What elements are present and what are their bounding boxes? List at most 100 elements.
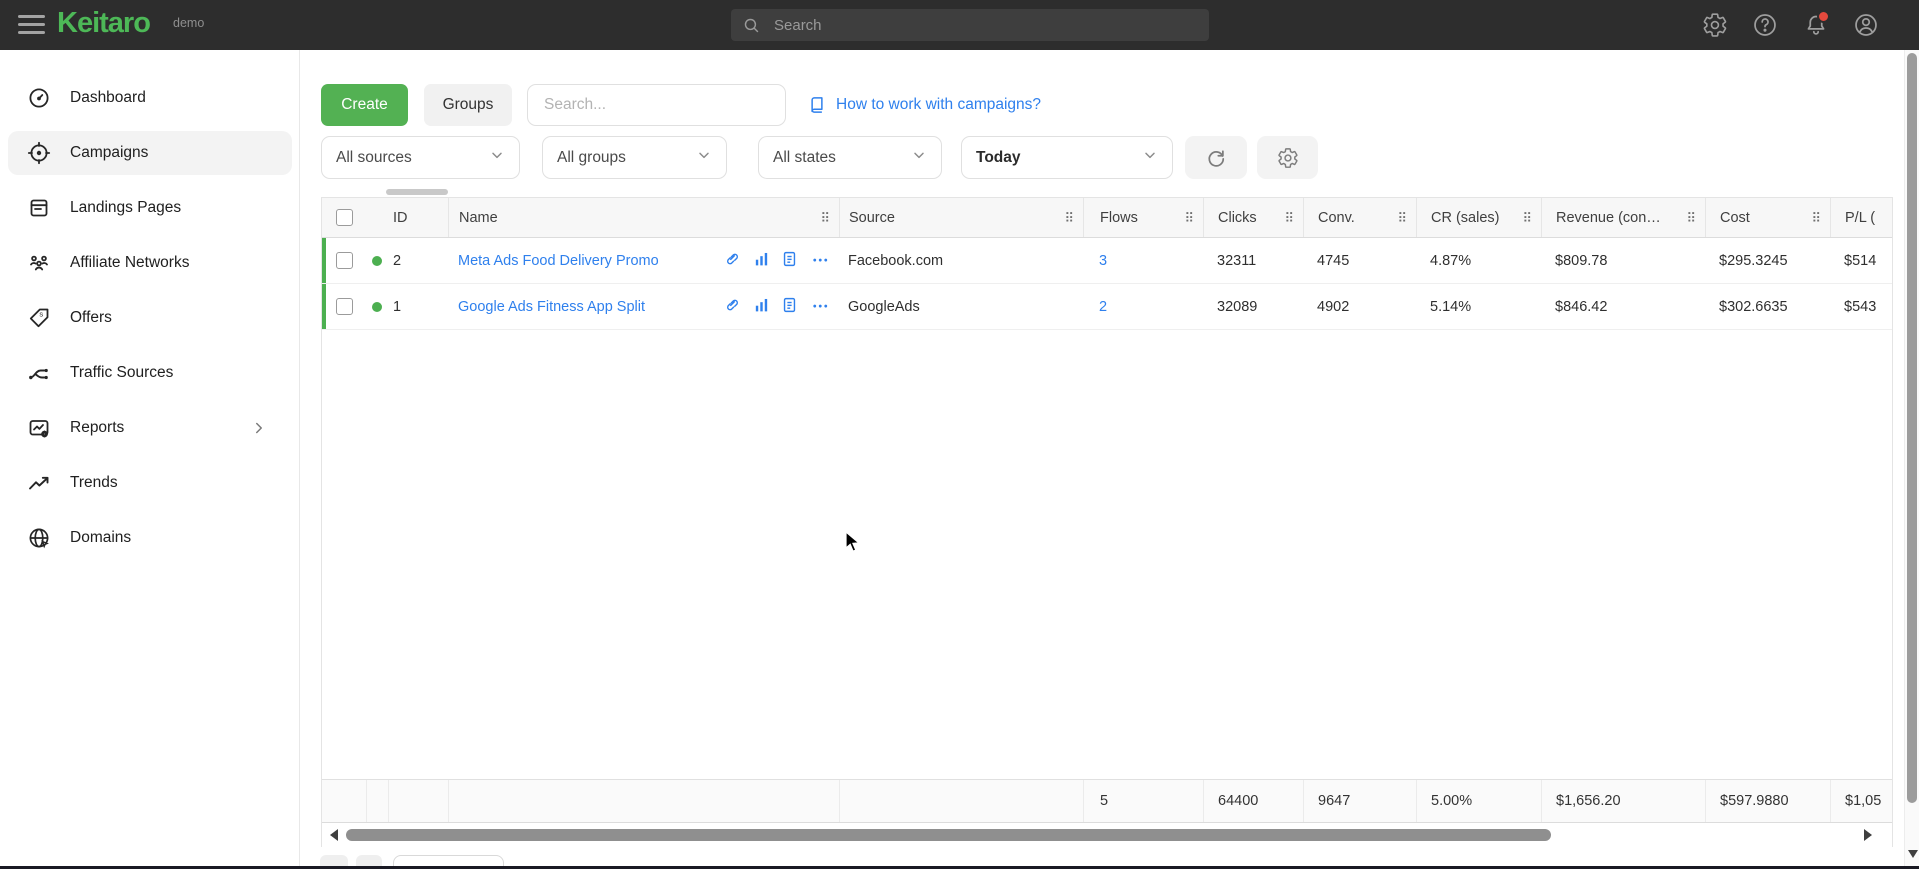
app-logo[interactable]: Keitaro [57,7,150,40]
table-settings-button[interactable] [1257,136,1318,179]
keitaro-app: Keitaro demo Dashboard Campaigns [0,0,1919,869]
column-drag-handle-icon[interactable]: ⠿ [1184,211,1194,224]
table-row[interactable]: 1 Google Ads Fitness App Split ••• Googl… [322,284,1892,330]
notifications-bell-icon[interactable] [1803,12,1829,38]
table-top-scrollbar-thumb[interactable] [386,189,448,195]
domains-globe-icon [27,526,51,550]
states-filter-dropdown[interactable]: All states [758,136,942,179]
sidebar-item-affiliate-networks[interactable]: Affiliate Networks [8,241,292,285]
campaign-report-icon[interactable] [781,296,798,317]
column-header-id[interactable]: ID [388,198,448,237]
campaign-name-link[interactable]: Meta Ads Food Delivery Promo [458,253,659,269]
settings-gear-icon[interactable] [1702,12,1728,38]
column-drag-handle-icon[interactable]: ⠿ [1522,211,1532,224]
refresh-icon [1205,147,1227,169]
global-search[interactable] [731,9,1209,41]
scroll-down-arrow[interactable] [1908,850,1918,858]
notification-badge [1817,10,1830,23]
select-all-checkbox[interactable] [336,209,353,226]
groups-filter-dropdown[interactable]: All groups [542,136,727,179]
total-cr-sales: 5.00% [1416,780,1541,822]
campaign-stats-icon[interactable] [753,296,770,317]
total-clicks: 64400 [1203,780,1303,822]
column-drag-handle-icon[interactable]: ⠿ [1811,211,1821,224]
cell-cr-sales: 4.87% [1416,238,1541,283]
user-account-icon[interactable] [1853,12,1879,38]
row-checkbox[interactable] [336,252,353,269]
flows-link[interactable]: 3 [1099,253,1107,269]
traffic-sources-split-icon [27,361,51,385]
cell-revenue: $809.78 [1541,238,1705,283]
total-flows: 5 [1083,780,1203,822]
campaign-search-input[interactable] [542,95,771,115]
sidebar-item-offers[interactable]: s Offers [8,296,292,340]
column-header-clicks[interactable]: Clicks⠿ [1203,198,1303,237]
column-header-cost[interactable]: Cost⠿ [1705,198,1830,237]
column-header-cr-sales[interactable]: CR (sales)⠿ [1416,198,1541,237]
table-row[interactable]: 2 Meta Ads Food Delivery Promo ••• Faceb… [322,238,1892,284]
column-header-source[interactable]: Source⠿ [839,198,1083,237]
refresh-button[interactable] [1185,136,1247,179]
column-header-conv[interactable]: Conv.⠿ [1303,198,1416,237]
campaign-report-icon[interactable] [781,250,798,271]
sidebar-item-trends[interactable]: Trends [8,461,292,505]
horizontal-scrollbar-thumb[interactable] [346,829,1551,841]
chevron-down-icon [696,147,712,168]
sources-filter-dropdown[interactable]: All sources [321,136,520,179]
chevron-right-icon [250,419,268,437]
cell-revenue: $846.42 [1541,284,1705,329]
row-more-actions[interactable]: ••• [813,301,830,312]
cell-source: Facebook.com [839,238,1083,283]
column-header-pl[interactable]: P/L ( [1830,198,1892,237]
table-totals-row: 5 64400 9647 5.00% $1,656.20 $597.9880 $… [322,779,1892,823]
trends-icon [27,471,51,495]
chevron-down-icon [1142,147,1158,168]
column-drag-handle-icon[interactable]: ⠿ [1397,211,1407,224]
dashboard-icon [27,86,51,110]
date-range-dropdown[interactable]: Today [961,136,1173,179]
scroll-left-arrow[interactable] [330,829,338,841]
row-checkbox[interactable] [336,298,353,315]
create-button[interactable]: Create [321,84,408,126]
chevron-down-icon [911,147,927,168]
column-header-revenue[interactable]: Revenue (con…⠿ [1541,198,1705,237]
cell-conv: 4745 [1303,238,1416,283]
column-drag-handle-icon[interactable]: ⠿ [1686,211,1696,224]
campaign-stats-icon[interactable] [753,250,770,271]
column-header-flows[interactable]: Flows⠿ [1083,198,1203,237]
sidebar-item-domains[interactable]: Domains [8,516,292,560]
global-search-input[interactable] [772,16,1197,35]
column-header-name[interactable]: Name⠿ [448,198,839,237]
total-revenue: $1,656.20 [1541,780,1705,822]
sidebar-item-dashboard[interactable]: Dashboard [8,76,292,120]
gear-icon [1277,147,1299,169]
flows-link[interactable]: 2 [1099,299,1107,315]
cell-cost: $295.3245 [1705,238,1830,283]
top-bar: Keitaro demo [0,0,1919,50]
search-icon [743,17,760,34]
groups-button[interactable]: Groups [424,84,512,126]
help-campaigns-link[interactable]: How to work with campaigns? [808,84,1041,126]
cell-pl: $514 [1830,238,1892,283]
hamburger-menu-icon[interactable] [18,15,45,34]
column-drag-handle-icon[interactable]: ⠿ [820,211,830,224]
scroll-right-arrow[interactable] [1864,829,1872,841]
sidebar-item-campaigns[interactable]: Campaigns [8,131,292,175]
column-drag-handle-icon[interactable]: ⠿ [1064,211,1074,224]
sidebar-item-traffic-sources[interactable]: Traffic Sources [8,351,292,395]
cell-conv: 4902 [1303,284,1416,329]
total-pl: $1,05 [1830,780,1892,822]
affiliate-networks-icon [27,251,51,275]
vertical-scrollbar-thumb[interactable] [1907,53,1917,803]
total-cost: $597.9880 [1705,780,1830,822]
column-drag-handle-icon[interactable]: ⠿ [1284,211,1294,224]
campaign-link-icon[interactable] [724,250,741,271]
row-more-actions[interactable]: ••• [813,255,830,266]
cell-cr-sales: 5.14% [1416,284,1541,329]
campaign-name-link[interactable]: Google Ads Fitness App Split [458,299,645,315]
sidebar-item-reports[interactable]: Reports [8,406,292,450]
campaign-link-icon[interactable] [724,296,741,317]
campaign-search[interactable] [527,84,786,126]
sidebar-item-landings-pages[interactable]: Landings Pages [8,186,292,230]
help-icon[interactable] [1752,12,1778,38]
